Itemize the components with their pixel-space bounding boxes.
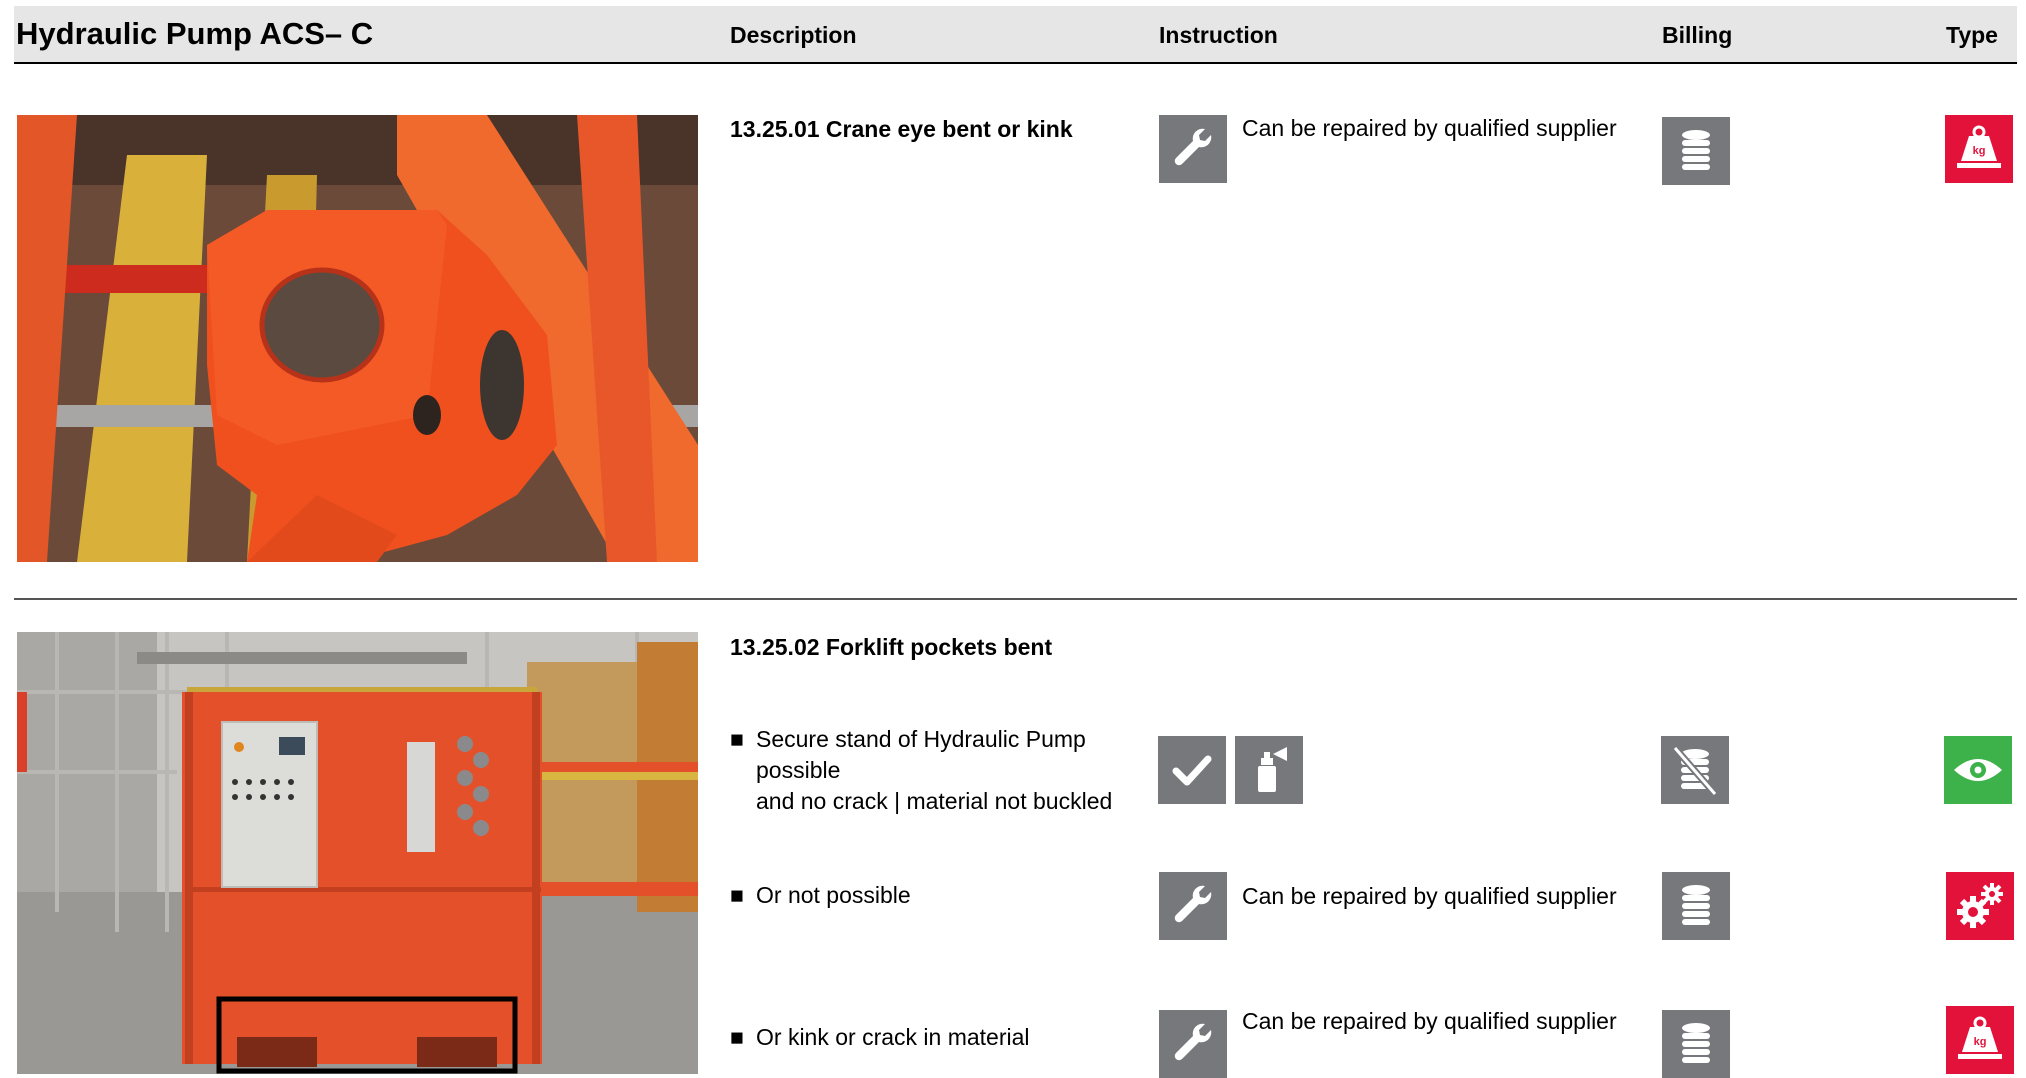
condition-line: and no crack | material not buckled xyxy=(756,788,1113,814)
coin-stack-icon xyxy=(1662,872,1730,940)
gears-icon xyxy=(1946,872,2014,940)
no-charge-icon xyxy=(1661,736,1729,804)
instruction-text: Can be repaired by qualified supplier xyxy=(1242,115,1617,141)
spray-can-icon xyxy=(1235,736,1303,804)
weight-kg-icon: kg xyxy=(1945,115,2013,183)
crane-eye-photo xyxy=(17,115,698,562)
condition-line: possible xyxy=(756,757,841,783)
condition-line: Or not possible xyxy=(756,882,911,908)
wrench-icon xyxy=(1159,872,1227,940)
table-header: Hydraulic Pump ACS– C Description Instru… xyxy=(14,6,2017,64)
coin-stack-icon xyxy=(1662,117,1730,185)
condition-line: Or kink or crack in material xyxy=(756,1024,1030,1050)
page-title: Hydraulic Pump ACS– C xyxy=(16,16,374,51)
list-item: ■ Or kink or crack in material xyxy=(730,1022,1140,1054)
eye-icon xyxy=(1944,736,2012,804)
section-title-crane-eye: 13.25.01 Crane eye bent or kink xyxy=(730,116,1073,142)
instruction-text: Can be repaired by qualified supplier xyxy=(1242,883,1617,909)
wrench-icon xyxy=(1159,115,1227,183)
wrench-icon xyxy=(1159,1010,1227,1078)
list-item: ■ Or not possible xyxy=(730,880,1140,912)
bullet-marker: ■ xyxy=(730,726,744,752)
svg-text:kg: kg xyxy=(1974,1036,1987,1048)
column-header-instruction: Instruction xyxy=(1159,22,1278,48)
column-header-billing: Billing xyxy=(1662,22,1733,48)
checkmark-icon xyxy=(1158,736,1226,804)
column-header-description: Description xyxy=(730,22,857,48)
section-divider xyxy=(14,598,2017,600)
svg-text:kg: kg xyxy=(1973,145,1986,157)
instruction-text: Can be repaired by qualified supplier xyxy=(1242,1008,1617,1034)
bullet-marker: ■ xyxy=(730,1024,744,1050)
weight-kg-icon: kg xyxy=(1946,1006,2014,1074)
column-header-type: Type xyxy=(1946,22,1998,48)
list-item: ■ Secure stand of Hydraulic Pump possibl… xyxy=(730,724,1140,820)
forklift-pocket-photo xyxy=(17,632,698,1074)
section-title-forklift-pockets: 13.25.02 Forklift pockets bent xyxy=(730,634,1053,660)
condition-line: Secure stand of Hydraulic Pump xyxy=(756,726,1086,752)
bullet-marker: ■ xyxy=(730,882,744,908)
coin-stack-icon xyxy=(1662,1010,1730,1078)
